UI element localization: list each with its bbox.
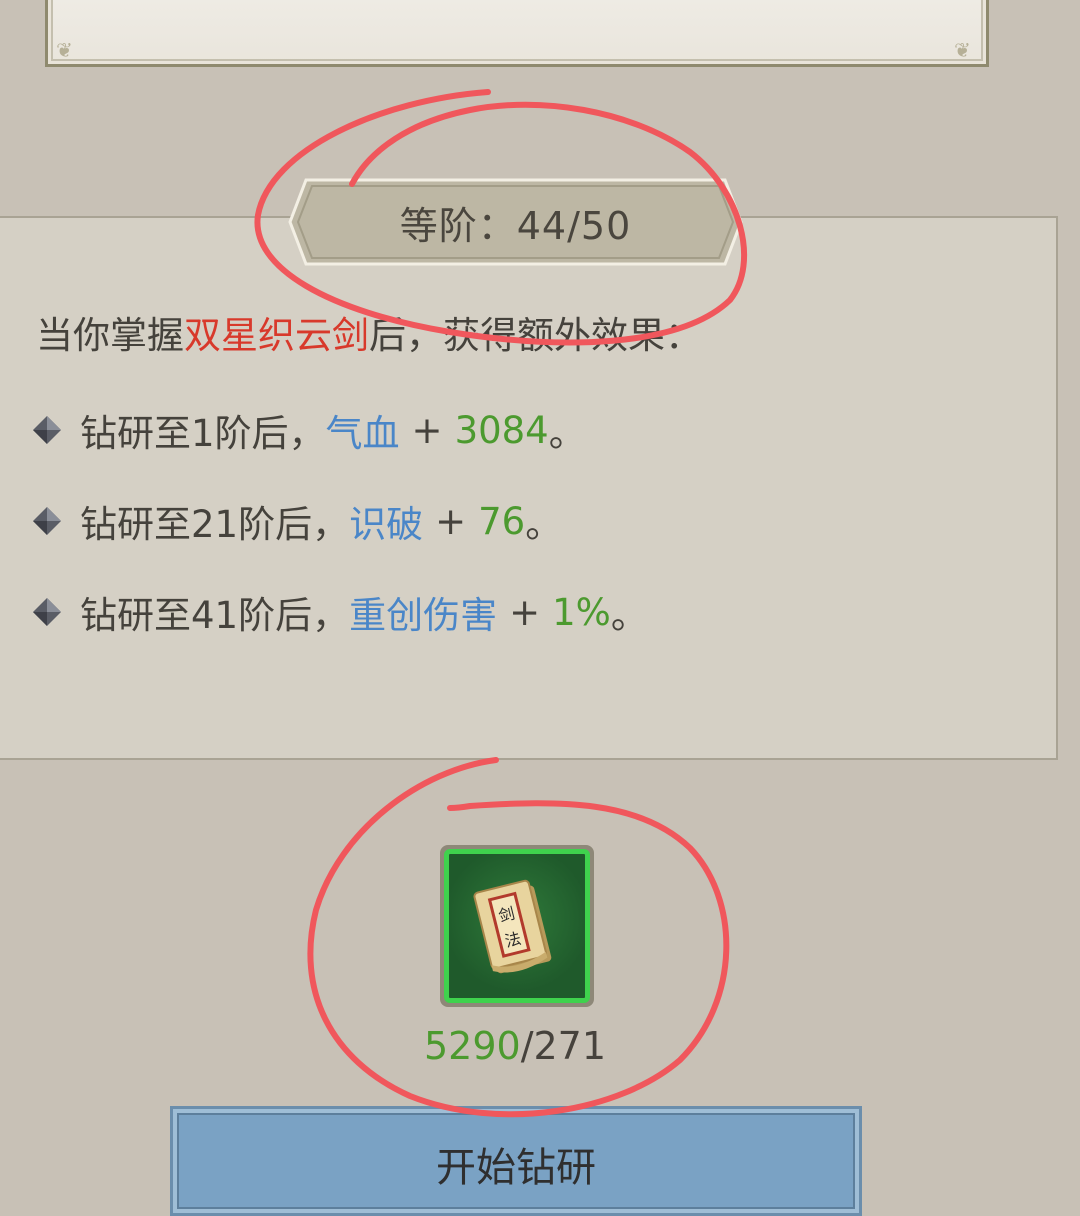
- material-need: /271: [520, 1024, 607, 1068]
- effect-stat: 重创伤害: [349, 594, 498, 637]
- corner-ornament-icon: ❦: [954, 38, 971, 62]
- effect-end: 。: [610, 594, 648, 637]
- effect-prefix: 钻研至21阶后，: [80, 503, 350, 546]
- effect-value: 1%: [552, 590, 611, 634]
- skill-name: 双星织云剑: [184, 314, 369, 357]
- effect-value: 76: [478, 499, 526, 543]
- intro-suffix: 后，获得额外效果：: [369, 314, 702, 357]
- top-info-panel: ❦ ❦: [45, 0, 989, 67]
- extra-effect-panel: [0, 216, 1058, 760]
- diamond-bullet-icon: [33, 598, 61, 626]
- effect-plus: +: [411, 408, 443, 452]
- material-have: 5290: [423, 1024, 521, 1068]
- sword-manual-scroll-icon: 剑 法: [473, 879, 552, 974]
- effect-prefix: 钻研至1阶后，: [80, 412, 326, 455]
- material-item-frame: 剑 法: [444, 849, 590, 1003]
- diamond-bullet-icon: [33, 416, 61, 444]
- effect-value: 3084: [454, 408, 549, 452]
- intro-prefix: 当你掌握: [36, 314, 184, 357]
- effect-stat: 识破: [349, 503, 424, 546]
- effect-end: 。: [525, 503, 563, 546]
- effect-plus: +: [435, 499, 467, 543]
- material-count: 5290/271: [0, 1024, 1030, 1068]
- corner-ornament-icon: ❦: [56, 38, 73, 62]
- effect-plus: +: [509, 590, 541, 634]
- effect-end: 。: [548, 412, 586, 455]
- grade-label: 等阶：44/50: [399, 203, 632, 248]
- effect-prefix: 钻研至41阶后，: [80, 594, 350, 637]
- effect-stat: 气血: [325, 412, 400, 455]
- effect-intro: 当你掌握双星织云剑后，获得额外效果：: [36, 305, 702, 359]
- grade-tab: 等阶：44/50: [288, 178, 743, 266]
- effect-item: 钻研至21阶后， 识破 +76。: [32, 496, 562, 546]
- material-item-slot[interactable]: 剑 法: [440, 845, 594, 1007]
- effect-item: 钻研至1阶后， 气血 +3084。: [32, 405, 586, 455]
- diamond-bullet-icon: [33, 507, 61, 535]
- effect-item: 钻研至41阶后， 重创伤害 +1%。: [32, 587, 648, 637]
- start-study-button[interactable]: 开始钻研: [170, 1106, 862, 1216]
